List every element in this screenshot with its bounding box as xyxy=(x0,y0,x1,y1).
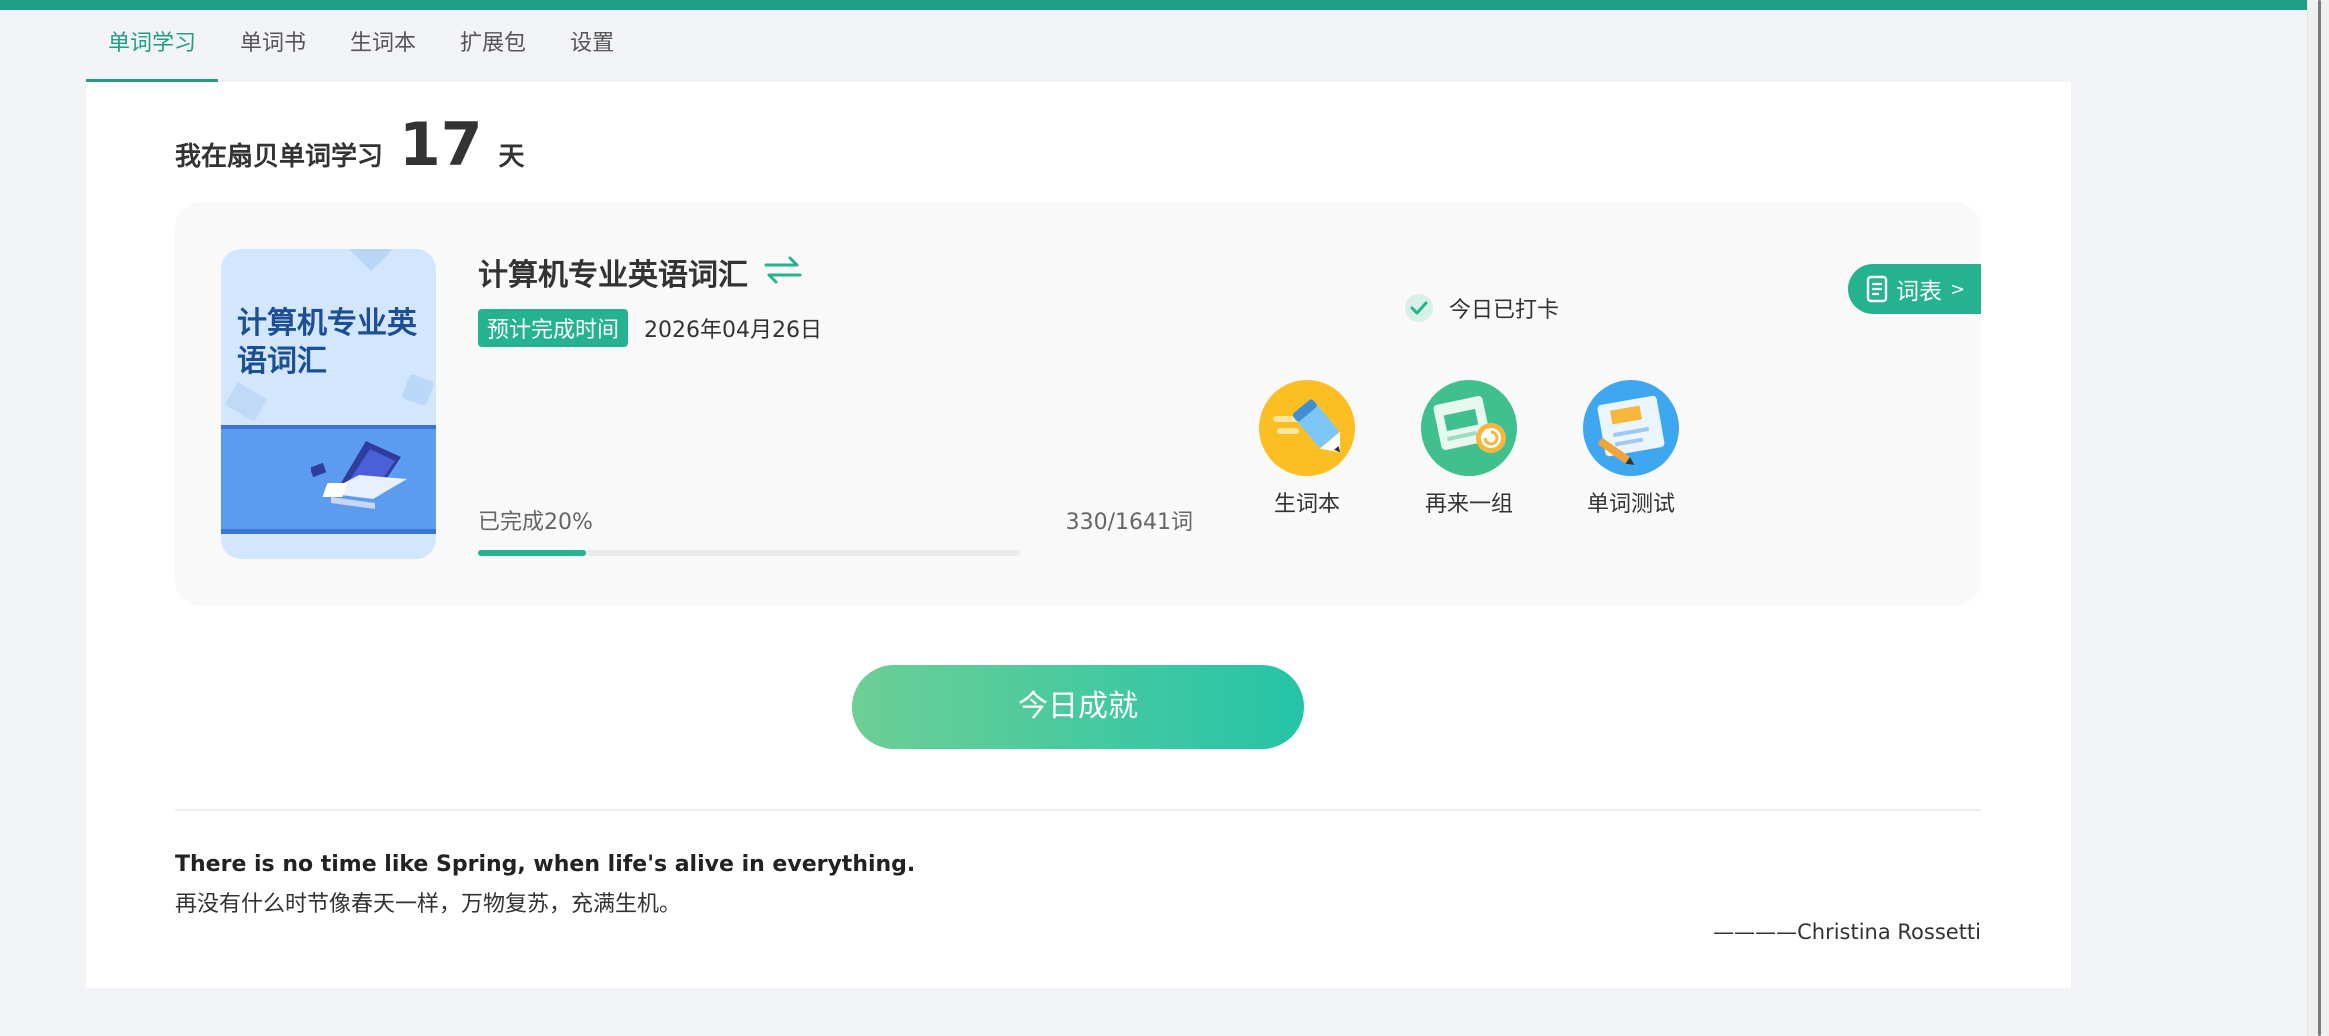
book-title-row: 计算机专业英语词汇 xyxy=(478,250,802,294)
quote-author: ————Christina Rossetti xyxy=(1713,920,1981,944)
document-icon xyxy=(1866,275,1888,303)
tab-extension-packs[interactable]: 扩展包 xyxy=(438,10,548,82)
pen-icon xyxy=(1259,380,1355,476)
streak-prefix: 我在扇贝单词学习 xyxy=(175,142,384,172)
action-label: 单词测试 xyxy=(1586,492,1675,517)
book-card: 计算机专业英语词汇 计算机专业英语词汇 预计完成时间 2026年04月26日 已… xyxy=(175,202,1981,606)
eta-badge: 预计完成时间 xyxy=(478,309,629,347)
chevron-right-icon: > xyxy=(1950,278,1966,300)
tab-word-study[interactable]: 单词学习 xyxy=(86,10,219,82)
cover-decoration xyxy=(224,382,268,422)
tab-word-books[interactable]: 单词书 xyxy=(218,10,328,82)
cover-decoration xyxy=(349,249,393,272)
action-vocab-notebook[interactable]: 生词本 xyxy=(1237,380,1377,518)
quote-english: There is no time like Spring, when life'… xyxy=(175,852,916,877)
check-icon xyxy=(1405,294,1433,322)
checkin-label: 今日已打卡 xyxy=(1449,298,1560,323)
study-streak: 我在扇贝单词学习 17 天 xyxy=(175,110,525,180)
test-paper-icon xyxy=(1583,380,1679,476)
word-list-button[interactable]: 词表 > xyxy=(1848,264,1981,314)
progress-count: 330/1641词 xyxy=(1065,510,1193,535)
streak-days: 17 xyxy=(399,110,483,180)
today-achievement-button[interactable]: 今日成就 xyxy=(852,665,1304,749)
laptop-illustration-icon xyxy=(311,441,407,509)
book-cover-title: 计算机专业英语词汇 xyxy=(237,306,417,379)
action-another-group[interactable]: 再来一组 xyxy=(1399,380,1539,518)
top-accent-bar xyxy=(0,0,2307,10)
quote-chinese: 再没有什么时节像春天一样，万物复苏，充满生机。 xyxy=(175,892,682,917)
book-cover[interactable]: 计算机专业英语词汇 xyxy=(221,249,436,559)
tab-vocab-notebook[interactable]: 生词本 xyxy=(328,10,438,82)
word-list-label: 词表 xyxy=(1896,279,1942,305)
tab-bar: 单词学习 单词书 生词本 扩展包 设置 xyxy=(86,10,636,82)
progress-fill xyxy=(478,550,587,556)
action-label: 生词本 xyxy=(1273,492,1340,517)
eta-date: 2026年04月26日 xyxy=(644,318,822,343)
progress-bar xyxy=(478,550,1020,556)
refresh-card-icon xyxy=(1421,380,1517,476)
book-title: 计算机专业英语词汇 xyxy=(478,258,748,293)
divider xyxy=(175,809,1981,811)
action-word-test[interactable]: 单词测试 xyxy=(1561,380,1701,518)
eta-row: 预计完成时间 2026年04月26日 xyxy=(478,309,822,347)
tab-settings[interactable]: 设置 xyxy=(548,10,636,82)
scrollbar-thumb[interactable] xyxy=(2318,0,2321,1036)
checkin-status: 今日已打卡 xyxy=(1405,292,1559,324)
progress-label: 已完成20% xyxy=(478,510,593,535)
action-label: 再来一组 xyxy=(1424,492,1513,517)
streak-suffix: 天 xyxy=(498,142,525,172)
switch-arrows-icon[interactable] xyxy=(764,255,802,289)
